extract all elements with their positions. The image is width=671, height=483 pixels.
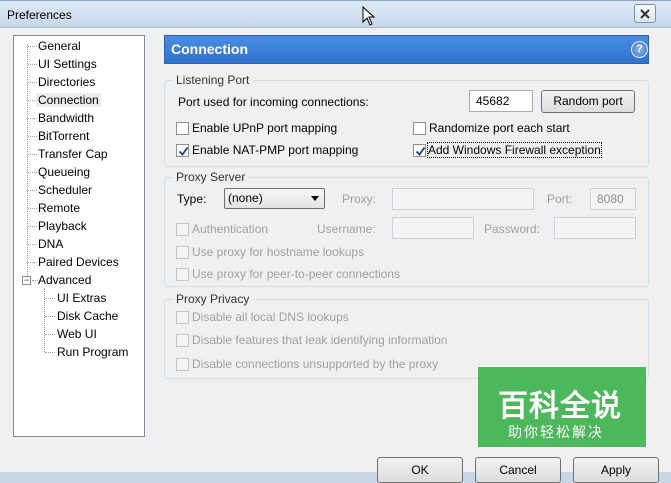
- hostname-lookups-checkbox[interactable]: [176, 246, 189, 259]
- tree-item-ui-extras[interactable]: UI Extras: [55, 290, 108, 307]
- authentication-checkbox[interactable]: [176, 223, 189, 236]
- hostname-lookups-label[interactable]: Use proxy for hostname lookups: [192, 245, 364, 259]
- authentication-label[interactable]: Authentication: [192, 222, 268, 236]
- tree-item-label: Queueing: [38, 165, 91, 179]
- tree-item-transfer-cap[interactable]: Transfer Cap: [36, 146, 110, 163]
- tree-item-label: Remote: [38, 201, 81, 215]
- close-button[interactable]: [634, 4, 656, 23]
- proxy-type-select[interactable]: (none): [224, 188, 325, 209]
- disable-leak-label[interactable]: Disable features that leak identifying i…: [192, 333, 447, 347]
- mouse-cursor-icon: [362, 6, 376, 26]
- chevron-down-icon: [311, 196, 319, 201]
- tree-item-label: Advanced: [38, 273, 92, 287]
- tree-item-label: Playback: [38, 219, 87, 233]
- p2p-proxy-label[interactable]: Use proxy for peer-to-peer connections: [192, 267, 400, 281]
- ok-button[interactable]: OK: [377, 457, 463, 483]
- username-input[interactable]: [392, 217, 474, 239]
- watermark-main-text: 百科全说: [498, 390, 622, 423]
- page-title: Connection: [171, 41, 248, 57]
- cancel-button[interactable]: Cancel: [475, 457, 561, 483]
- checkmark-icon: [415, 146, 426, 156]
- window-title: Preferences: [7, 8, 72, 22]
- disable-unsupported-label[interactable]: Disable connections unsupported by the p…: [192, 357, 438, 371]
- apply-button[interactable]: Apply: [573, 457, 659, 483]
- tree-item-paired-devices[interactable]: Paired Devices: [36, 254, 121, 271]
- proxy-server-title: Proxy Server: [173, 170, 249, 184]
- username-label: Username:: [317, 222, 376, 236]
- randomize-port-label[interactable]: Randomize port each start: [429, 121, 570, 135]
- tree-item-advanced[interactable]: Advanced: [36, 272, 93, 289]
- tree-item-label: Disk Cache: [57, 309, 119, 323]
- tree-item-run-program[interactable]: Run Program: [55, 344, 130, 361]
- tree-item-web-ui[interactable]: Web UI: [55, 326, 99, 343]
- tree-item-label: Paired Devices: [38, 255, 119, 269]
- tree-item-label: BitTorrent: [38, 129, 90, 143]
- proxy-host-label: Proxy:: [342, 192, 377, 206]
- proxy-port-input[interactable]: 8080: [590, 188, 636, 210]
- tree-item-disk-cache[interactable]: Disk Cache: [55, 308, 120, 325]
- proxy-type-value: (none): [228, 191, 263, 205]
- category-tree[interactable]: General UI Settings Directories Connecti…: [13, 35, 145, 437]
- tree-item-bittorrent[interactable]: BitTorrent: [36, 128, 91, 145]
- tree-item-ui-settings[interactable]: UI Settings: [36, 56, 99, 73]
- tree-item-label: Directories: [38, 75, 96, 89]
- tree-guide-line: [45, 316, 55, 317]
- firewall-exception-checkbox[interactable]: [413, 144, 426, 157]
- tree-guide-line: [45, 298, 55, 299]
- tree-item-label: Web UI: [57, 327, 97, 341]
- proxy-host-input[interactable]: [392, 188, 534, 210]
- tree-item-remote[interactable]: Remote: [36, 200, 82, 217]
- tree-item-general[interactable]: General: [36, 38, 83, 55]
- watermark-sub-text: 助你轻松解决: [508, 424, 604, 440]
- tree-guide-line: [45, 352, 55, 353]
- tree-item-dna[interactable]: DNA: [36, 236, 65, 253]
- tree-item-label: Scheduler: [38, 183, 93, 197]
- tree-item-label: Run Program: [57, 345, 129, 359]
- tree-item-directories[interactable]: Directories: [36, 74, 97, 91]
- proxy-type-label: Type:: [177, 192, 207, 206]
- listening-port-title: Listening Port: [173, 73, 253, 87]
- section-header: Connection ?: [164, 35, 649, 64]
- checkmark-icon: [178, 146, 189, 156]
- port-input[interactable]: 45682: [469, 90, 533, 112]
- random-port-button[interactable]: Random port: [541, 90, 635, 113]
- tree-item-scheduler[interactable]: Scheduler: [36, 182, 94, 199]
- port-label: Port used for incoming connections:: [178, 95, 369, 109]
- proxy-port-label: Port:: [547, 192, 573, 206]
- disable-unsupported-checkbox[interactable]: [176, 358, 189, 371]
- upnp-checkbox[interactable]: [176, 122, 189, 135]
- tree-item-label: UI Settings: [38, 57, 97, 71]
- p2p-proxy-checkbox[interactable]: [176, 268, 189, 281]
- password-input[interactable]: [554, 217, 636, 239]
- tree-item-label: Connection: [36, 93, 101, 107]
- preferences-window: Preferences General UI Settings Director…: [0, 0, 671, 483]
- title-bar[interactable]: Preferences: [0, 1, 671, 28]
- collapse-advanced-icon[interactable]: −: [22, 276, 31, 285]
- tree-item-label: UI Extras: [57, 291, 107, 305]
- tree-item-label: General: [38, 39, 81, 53]
- watermark-logo: 百科全说 助你轻松解决: [478, 367, 646, 447]
- help-icon[interactable]: ?: [631, 41, 648, 58]
- firewall-exception-label[interactable]: Add Windows Firewall exception: [427, 142, 602, 158]
- disable-dns-label[interactable]: Disable all local DNS lookups: [192, 310, 349, 324]
- tree-item-connection[interactable]: Connection: [36, 92, 101, 109]
- disable-leak-checkbox[interactable]: [176, 334, 189, 347]
- natpmp-label[interactable]: Enable NAT-PMP port mapping: [192, 143, 358, 157]
- tree-item-queueing[interactable]: Queueing: [36, 164, 92, 181]
- tree-item-label: Transfer Cap: [38, 147, 108, 161]
- password-label: Password:: [484, 222, 541, 236]
- tree-item-bandwidth[interactable]: Bandwidth: [36, 110, 96, 127]
- close-icon: [640, 8, 650, 19]
- tree-guide-line: [45, 334, 55, 335]
- tree-item-playback[interactable]: Playback: [36, 218, 89, 235]
- upnp-label[interactable]: Enable UPnP port mapping: [192, 121, 337, 135]
- natpmp-checkbox[interactable]: [176, 144, 189, 157]
- tree-item-label: DNA: [38, 237, 64, 251]
- proxy-privacy-title: Proxy Privacy: [173, 292, 253, 306]
- disable-dns-checkbox[interactable]: [176, 311, 189, 324]
- tree-item-label: Bandwidth: [38, 111, 95, 125]
- randomize-port-checkbox[interactable]: [413, 122, 426, 135]
